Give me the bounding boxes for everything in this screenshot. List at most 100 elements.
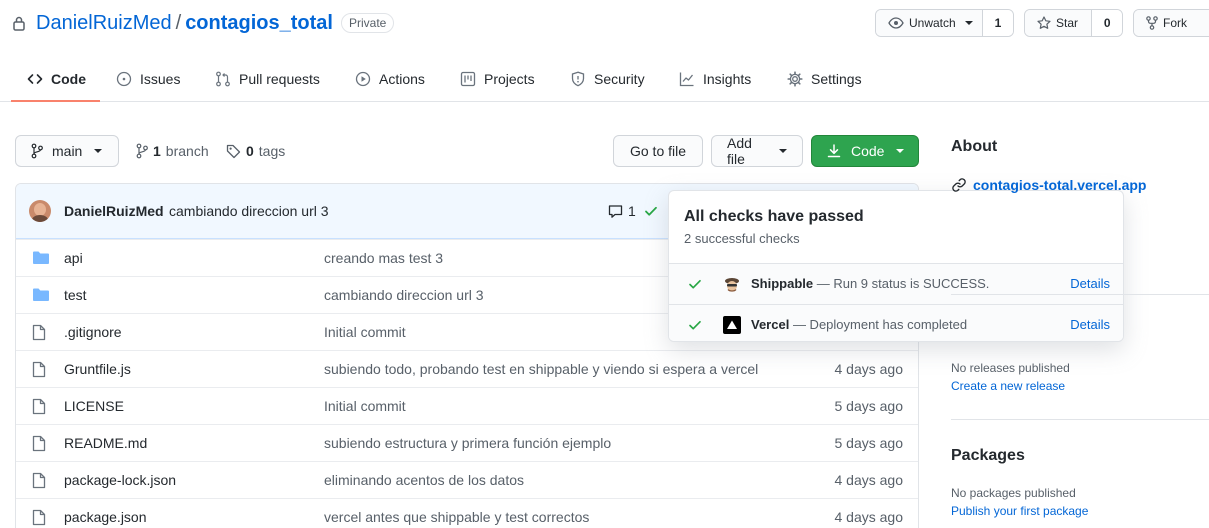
pull-request-icon xyxy=(215,71,231,87)
table-row[interactable]: package.json vercel antes que shippable y… xyxy=(16,498,918,528)
check-details-link[interactable]: Details xyxy=(1070,276,1110,291)
tags-link[interactable]: 0 tags xyxy=(226,143,285,159)
download-icon xyxy=(827,144,841,158)
file-age: 5 days ago xyxy=(834,435,904,451)
tag-icon xyxy=(226,144,241,159)
file-name-link[interactable]: api xyxy=(64,250,83,266)
check-name: Vercel xyxy=(751,317,790,332)
project-icon xyxy=(460,71,476,87)
graph-icon xyxy=(679,71,695,87)
file-name-link[interactable]: test xyxy=(64,287,87,303)
file-age: 4 days ago xyxy=(834,472,904,488)
file-age: 4 days ago xyxy=(834,509,904,525)
tab-security-label: Security xyxy=(594,71,645,87)
tab-projects-label: Projects xyxy=(484,71,535,87)
fork-button[interactable]: Fork xyxy=(1134,10,1209,36)
packages-text: No packages published xyxy=(951,486,1076,500)
star-label: Star xyxy=(1056,16,1079,30)
tab-actions-label: Actions xyxy=(379,71,425,87)
go-to-file-button[interactable]: Go to file xyxy=(613,135,703,167)
checks-title: All checks have passed xyxy=(684,208,864,225)
file-icon xyxy=(32,324,46,341)
check-description: — Run 9 status is SUCCESS. xyxy=(813,276,990,291)
lock-icon xyxy=(12,15,26,31)
file-icon xyxy=(32,435,46,452)
unwatch-button[interactable]: Unwatch xyxy=(876,10,983,36)
repo-name-link[interactable]: contagios_total xyxy=(185,12,333,35)
commit-comments-link[interactable]: 1 xyxy=(608,203,636,219)
table-row[interactable]: package-lock.json eliminando acentos de l… xyxy=(16,461,918,498)
table-row[interactable]: README.md subiendo estructura y primera f… xyxy=(16,424,918,461)
fork-icon xyxy=(1146,16,1158,30)
file-icon xyxy=(32,472,46,489)
file-commit-message-link[interactable]: subiendo todo, probando test en shippabl… xyxy=(324,361,758,377)
tab-insights[interactable]: Insights xyxy=(679,56,751,102)
watch-count[interactable]: 1 xyxy=(983,10,1013,36)
comment-count: 1 xyxy=(628,203,636,219)
tag-count: 0 xyxy=(246,143,254,159)
gear-icon xyxy=(787,71,803,87)
watch-button-group: Unwatch 1 xyxy=(875,9,1014,37)
releases-text: No releases published xyxy=(951,361,1070,375)
file-name-link[interactable]: Gruntfile.js xyxy=(64,361,131,377)
file-commit-message-link[interactable]: Initial commit xyxy=(324,324,406,340)
star-icon xyxy=(1037,16,1051,30)
tab-issues[interactable]: Issues xyxy=(116,56,180,102)
avatar[interactable] xyxy=(29,200,51,222)
table-row[interactable]: LICENSE Initial commit 5 days ago xyxy=(16,387,918,424)
check-status-icon[interactable] xyxy=(644,204,658,218)
code-download-button[interactable]: Code xyxy=(811,135,919,167)
tab-code[interactable]: Code xyxy=(27,56,86,102)
sidebar-divider xyxy=(951,294,1209,295)
check-item-vercel: Vercel — Deployment has completed Detail… xyxy=(669,304,1123,341)
chevron-down-icon xyxy=(896,149,905,153)
file-name-link[interactable]: package.json xyxy=(64,509,147,525)
branch-selector[interactable]: main xyxy=(15,135,119,167)
file-name-link[interactable]: package-lock.json xyxy=(64,472,176,488)
branches-link[interactable]: 1 branch xyxy=(136,143,209,159)
file-name-link[interactable]: .gitignore xyxy=(64,324,122,340)
issue-icon xyxy=(116,71,132,87)
branch-count: 1 xyxy=(153,143,161,159)
star-button[interactable]: Star xyxy=(1025,10,1093,36)
code-button-label: Code xyxy=(851,143,885,159)
tag-word: tags xyxy=(258,143,286,159)
check-icon xyxy=(688,277,702,291)
chevron-down-icon xyxy=(94,149,103,153)
sidebar-divider xyxy=(951,419,1209,420)
check-details-link[interactable]: Details xyxy=(1070,317,1110,332)
file-commit-message-link[interactable]: vercel antes que shippable y test correc… xyxy=(324,509,589,525)
shield-icon xyxy=(570,71,586,87)
repo-owner-link[interactable]: DanielRuizMed xyxy=(36,12,172,35)
fork-button-group: Fork xyxy=(1133,9,1209,37)
tab-pull-requests[interactable]: Pull requests xyxy=(215,56,320,102)
publish-package-link[interactable]: Publish your first package xyxy=(951,504,1088,518)
star-count[interactable]: 0 xyxy=(1092,10,1122,36)
website-link[interactable]: contagios-total.vercel.app xyxy=(951,177,1146,193)
check-text: Shippable — Run 9 status is SUCCESS. xyxy=(751,276,989,291)
branch-icon xyxy=(136,143,148,159)
table-row[interactable]: Gruntfile.js subiendo todo, probando test… xyxy=(16,350,918,387)
checks-subtitle: 2 successful checks xyxy=(684,231,800,246)
file-commit-message-link[interactable]: creando mas test 3 xyxy=(324,250,443,266)
file-name-link[interactable]: LICENSE xyxy=(64,398,124,414)
chevron-down-icon xyxy=(779,149,787,153)
tab-settings[interactable]: Settings xyxy=(787,56,862,102)
star-button-group: Star 0 xyxy=(1024,9,1123,37)
file-commit-message-link[interactable]: subiendo estructura y primera función ej… xyxy=(324,435,611,451)
file-name-link[interactable]: README.md xyxy=(64,435,147,451)
tab-code-label: Code xyxy=(51,71,86,87)
tab-projects[interactable]: Projects xyxy=(460,56,535,102)
file-commit-message-link[interactable]: Initial commit xyxy=(324,398,406,414)
file-age: 4 days ago xyxy=(834,361,904,377)
commit-message-link[interactable]: cambiando direccion url 3 xyxy=(169,203,329,219)
tab-actions[interactable]: Actions xyxy=(355,56,425,102)
file-commit-message-link[interactable]: eliminando acentos de los datos xyxy=(324,472,524,488)
tab-issues-label: Issues xyxy=(140,71,181,87)
create-release-link[interactable]: Create a new release xyxy=(951,379,1065,393)
active-tab-underline xyxy=(11,100,100,102)
file-commit-message-link[interactable]: cambiando direccion url 3 xyxy=(324,287,484,303)
add-file-button[interactable]: Add file xyxy=(711,135,803,167)
tab-security[interactable]: Security xyxy=(570,56,645,102)
commit-author-link[interactable]: DanielRuizMed xyxy=(64,203,164,219)
